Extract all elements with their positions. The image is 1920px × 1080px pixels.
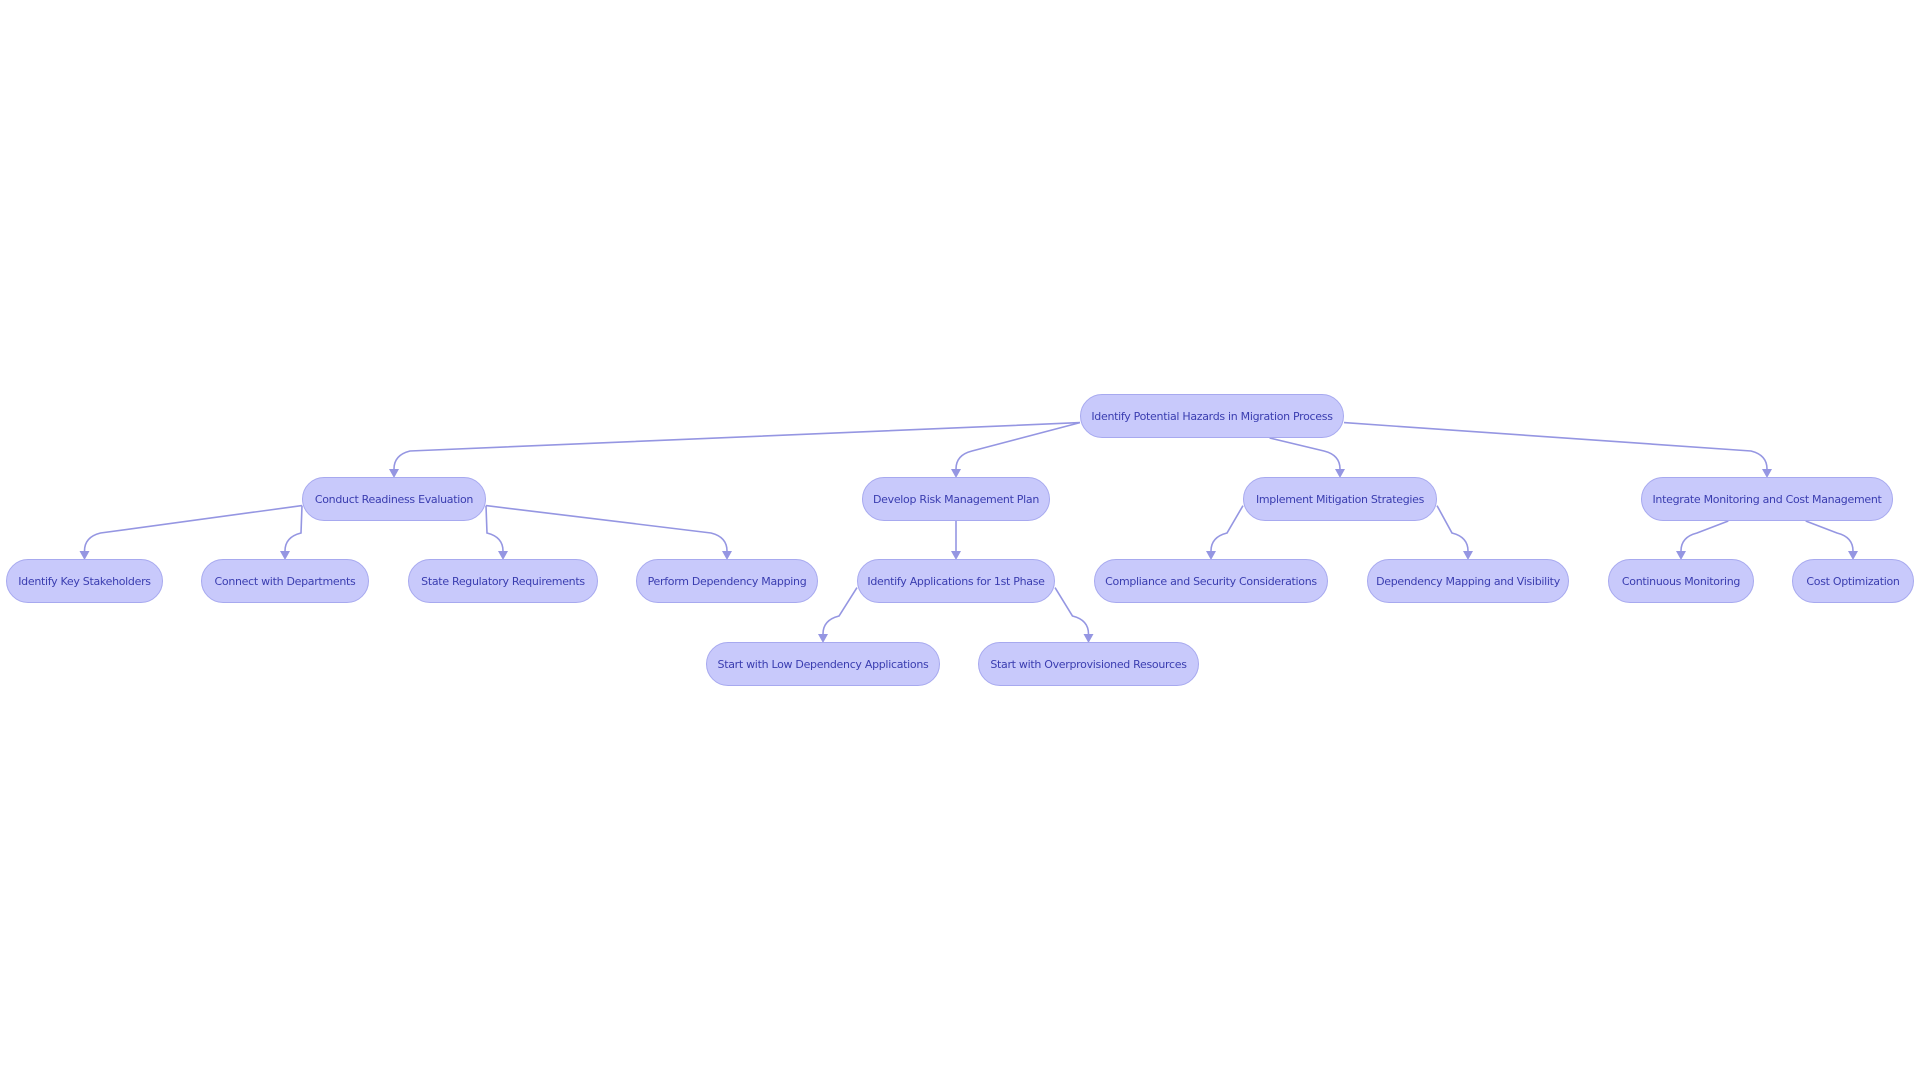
edge-root-to-mitigation xyxy=(1269,437,1341,470)
diagram-canvas: Identify Potential Hazards in Migration … xyxy=(0,0,1920,1080)
node-label: Cost Optimization xyxy=(1806,574,1900,588)
edge-readiness-to-regulatory xyxy=(485,505,504,552)
node-overprov[interactable]: Start with Overprovisioned Resources xyxy=(978,642,1199,686)
node-label: Develop Risk Management Plan xyxy=(872,492,1040,506)
edge-root-to-monitoring xyxy=(1343,421,1768,470)
node-departments[interactable]: Connect with Departments xyxy=(201,559,369,603)
node-depmapping[interactable]: Perform Dependency Mapping xyxy=(636,559,818,603)
node-label: Start with Overprovisioned Resources xyxy=(990,657,1187,671)
edge-mitigation-to-visibility xyxy=(1436,505,1469,552)
node-stakeholders[interactable]: Identify Key Stakeholders xyxy=(6,559,163,603)
node-regulatory[interactable]: State Regulatory Requirements xyxy=(408,559,598,603)
node-label: State Regulatory Requirements xyxy=(421,574,585,588)
node-contmon[interactable]: Continuous Monitoring xyxy=(1608,559,1754,603)
node-label: Integrate Monitoring and Cost Management xyxy=(1652,492,1882,506)
node-label: Identify Applications for 1st Phase xyxy=(867,574,1045,588)
node-apps1st[interactable]: Identify Applications for 1st Phase xyxy=(857,559,1055,603)
node-label: Start with Low Dependency Applications xyxy=(717,657,929,671)
edge-root-to-riskplan xyxy=(955,421,1081,470)
node-root[interactable]: Identify Potential Hazards in Migration … xyxy=(1080,394,1344,438)
edge-apps1st-to-overprov xyxy=(1054,587,1090,635)
node-label: Perform Dependency Mapping xyxy=(647,574,807,588)
edge-readiness-to-depmapping xyxy=(485,504,728,552)
node-compliance[interactable]: Compliance and Security Considerations xyxy=(1094,559,1328,603)
node-costopt[interactable]: Cost Optimization xyxy=(1792,559,1914,603)
node-visibility[interactable]: Dependency Mapping and Visibility xyxy=(1367,559,1569,603)
node-riskplan[interactable]: Develop Risk Management Plan xyxy=(862,477,1050,521)
node-mitigation[interactable]: Implement Mitigation Strategies xyxy=(1243,477,1437,521)
edge-apps1st-to-lowdep xyxy=(822,587,858,635)
edge-root-to-readiness xyxy=(393,421,1081,470)
node-label: Identify Key Stakeholders xyxy=(18,574,151,588)
node-lowdep[interactable]: Start with Low Dependency Applications xyxy=(706,642,940,686)
node-label: Implement Mitigation Strategies xyxy=(1255,492,1425,506)
edge-readiness-to-stakeholders xyxy=(83,504,303,552)
edge-readiness-to-departments xyxy=(284,505,303,552)
edges-layer xyxy=(79,421,1858,643)
node-label: Dependency Mapping and Visibility xyxy=(1376,574,1560,588)
edge-monitoring-to-costopt xyxy=(1805,520,1854,552)
node-readiness[interactable]: Conduct Readiness Evaluation xyxy=(302,477,486,521)
edge-monitoring-to-contmon xyxy=(1680,520,1729,552)
node-monitoring[interactable]: Integrate Monitoring and Cost Management xyxy=(1641,477,1893,521)
node-label: Connect with Departments xyxy=(214,574,356,588)
node-label: Continuous Monitoring xyxy=(1621,574,1741,588)
node-label: Compliance and Security Considerations xyxy=(1105,574,1317,588)
edge-mitigation-to-compliance xyxy=(1210,505,1244,552)
node-label: Conduct Readiness Evaluation xyxy=(314,492,474,506)
node-label: Identify Potential Hazards in Migration … xyxy=(1091,409,1333,423)
